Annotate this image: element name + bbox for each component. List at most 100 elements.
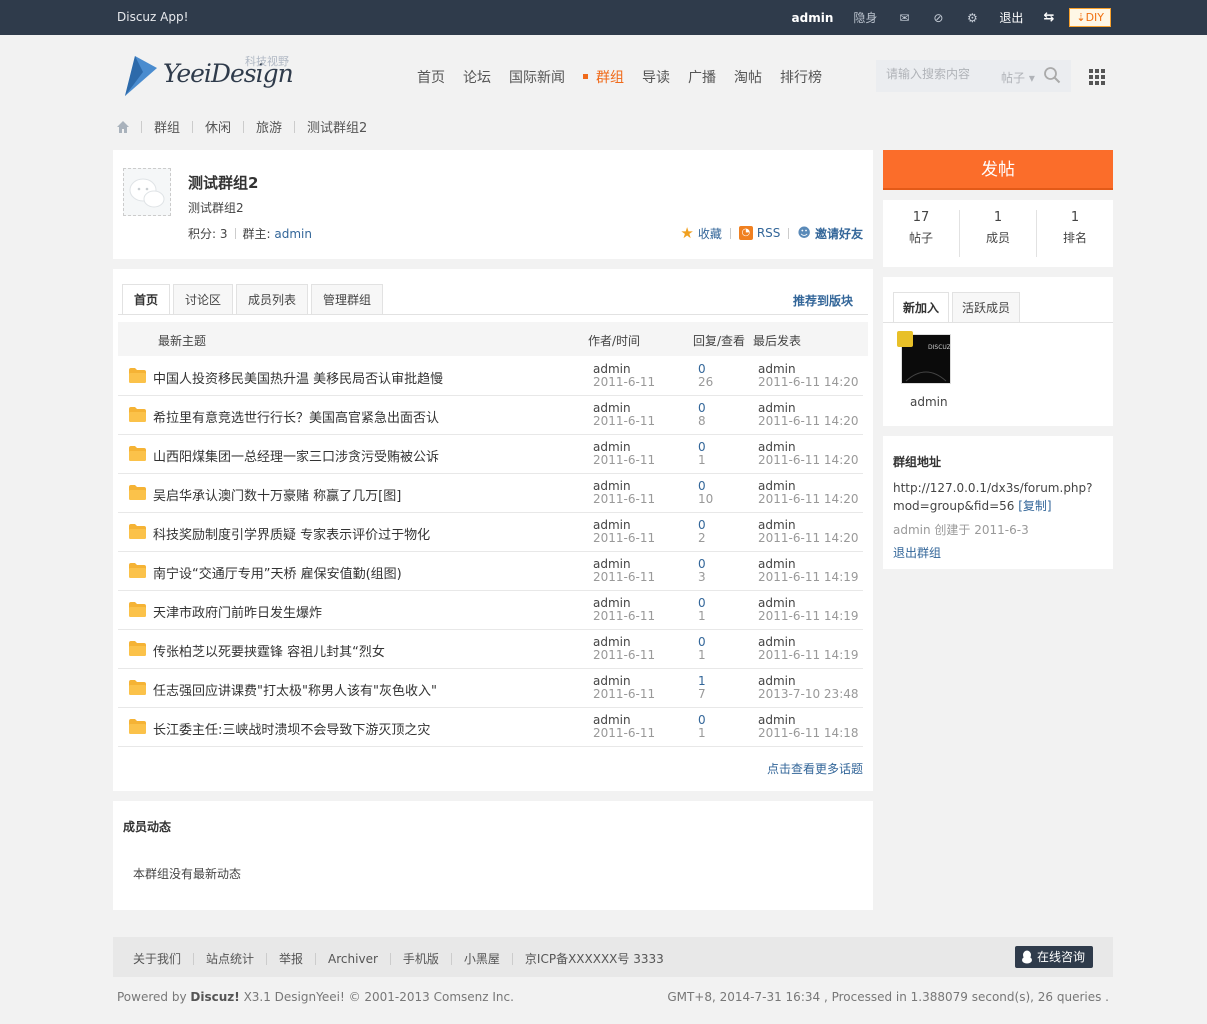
- last-post-time-link[interactable]: 2011-6-11 14:19: [758, 610, 859, 623]
- recommend-to-forum-link[interactable]: 推荐到版块: [793, 292, 853, 309]
- tab-discussion[interactable]: 讨论区: [173, 284, 234, 315]
- thread-title-link[interactable]: 中国人投资移民美国热升温 美移民局否认审批趋慢: [153, 368, 443, 387]
- search-type-select[interactable]: 帖子 ▾: [1001, 69, 1035, 86]
- thread-title-link[interactable]: 天津市政府门前昨日发生爆炸: [153, 602, 322, 621]
- last-post-time-link[interactable]: 2011-6-11 14:20: [758, 376, 859, 389]
- rss-link[interactable]: RSS: [757, 226, 781, 240]
- tab-home[interactable]: 首页: [122, 284, 171, 315]
- thread-title-link[interactable]: 长江委主任:三峡战时溃坝不会导致下游灭顶之灾: [153, 719, 430, 738]
- switch-icon[interactable]: ⇆: [1043, 10, 1054, 25]
- breadcrumb-travel[interactable]: 旅游: [256, 117, 282, 136]
- thread-count-cell: 17: [698, 675, 706, 701]
- nav-ranking[interactable]: 排行榜: [780, 67, 822, 87]
- nav-collections[interactable]: 淘帖: [734, 67, 762, 87]
- thread-title-link[interactable]: 科技奖励制度引学界质疑 专家表示评价过于物化: [153, 524, 430, 543]
- breadcrumb-leisure[interactable]: 休闲: [205, 117, 231, 136]
- last-post-time-link[interactable]: 2013-7-10 23:48: [758, 688, 859, 701]
- last-post-time-link[interactable]: 2011-6-11 14:20: [758, 493, 859, 506]
- nav-home[interactable]: 首页: [417, 67, 445, 87]
- search-icon[interactable]: [1043, 66, 1061, 84]
- col-title: 最新主题: [158, 334, 207, 348]
- tab-manage[interactable]: 管理群组: [311, 284, 384, 315]
- footer-report[interactable]: 举报: [279, 950, 303, 967]
- last-post-time-link[interactable]: 2011-6-11 14:18: [758, 727, 859, 740]
- stat-rank-num: 1: [1070, 210, 1080, 225]
- thread-title-link[interactable]: 传张柏芝以死要挟霆锋 容祖儿封其“烈女: [153, 641, 385, 660]
- member-name-link[interactable]: admin: [910, 395, 948, 409]
- app-link[interactable]: Discuz App!: [117, 10, 188, 24]
- breadcrumb-current[interactable]: 测试群组2: [307, 117, 367, 136]
- nav-guide[interactable]: 导读: [642, 67, 670, 87]
- apps-grid-icon[interactable]: [1089, 69, 1105, 85]
- thread-author-cell: admin 2011-6-11: [593, 714, 655, 740]
- thread-date: 2011-6-11: [593, 687, 656, 701]
- nav-groups[interactable]: 群组: [583, 67, 624, 87]
- last-post-time-link[interactable]: 2011-6-11 14:20: [758, 415, 859, 428]
- nav-broadcast[interactable]: 广播: [688, 67, 716, 87]
- site-logo[interactable]: YeeiDesign 科技视野: [121, 54, 301, 100]
- last-post-time-link[interactable]: 2011-6-11 14:20: [758, 532, 859, 545]
- thread-views: 10: [698, 492, 714, 506]
- tab-active-members[interactable]: 活跃成员: [952, 292, 1021, 323]
- thread-title-link[interactable]: 南宁设“交通厅专用”天桥 雇保安值勤(组图): [153, 563, 402, 582]
- copy-address-link[interactable]: [复制]: [1018, 499, 1051, 513]
- activity-empty-text: 本群组没有最新动态: [133, 867, 242, 881]
- thread-title-link[interactable]: 任志强回应讲课费"打太极"称男人该有"灰色收入": [153, 680, 437, 699]
- thread-date: 2011-6-11: [593, 453, 656, 467]
- thread-date: 2011-6-11: [593, 609, 656, 623]
- last-post-time-link[interactable]: 2011-6-11 14:19: [758, 571, 859, 584]
- home-icon[interactable]: [117, 120, 129, 133]
- powered-brand: Discuz!: [190, 990, 240, 1004]
- thread-count-cell: 01: [698, 597, 706, 623]
- last-post-time-link[interactable]: 2011-6-11 14:19: [758, 649, 859, 662]
- favorite-link[interactable]: 收藏: [698, 225, 722, 242]
- owner-badge-icon: [897, 331, 913, 347]
- thread-author-cell: admin 2011-6-11: [593, 636, 655, 662]
- group-tabs: 首页 讨论区 成员列表 管理群组: [122, 284, 386, 315]
- group-description: 测试群组2: [188, 201, 244, 215]
- diy-button[interactable]: ⇣DIY: [1069, 8, 1111, 27]
- group-info-card: 测试群组2 测试群组2 积分: 3 群主: admin ★ 收藏 ◔ RSS ☻ …: [113, 150, 873, 259]
- stat-members-label: 成员: [985, 231, 1010, 245]
- tab-members[interactable]: 成员列表: [236, 284, 309, 315]
- stat-members-num: 1: [993, 210, 1003, 225]
- breadcrumb-groups[interactable]: 群组: [154, 117, 180, 136]
- invisible-toggle[interactable]: 隐身: [853, 9, 877, 26]
- member-tabs: 新加入 活跃成员: [893, 292, 1023, 323]
- footer-about[interactable]: 关于我们: [133, 950, 181, 967]
- last-post-time-link[interactable]: 2011-6-11 14:20: [758, 454, 859, 467]
- col-last-post: 最后发表: [753, 334, 802, 348]
- thread-title-link[interactable]: 山西阳煤集团一总经理一家三口涉贪污受贿被公诉: [153, 446, 439, 465]
- nav-world-news[interactable]: 国际新闻: [509, 67, 565, 87]
- chat-bubbles-icon: [129, 178, 165, 208]
- settings-icon[interactable]: ⚙: [965, 11, 979, 25]
- thread-author-cell: admin 2011-6-11: [593, 675, 655, 701]
- nav-forum[interactable]: 论坛: [463, 67, 491, 87]
- footer-archiver[interactable]: Archiver: [328, 952, 378, 966]
- footer-mobile[interactable]: 手机版: [403, 950, 439, 967]
- col-replies: 回复/查看: [693, 334, 746, 348]
- thread-views: 1: [698, 609, 706, 623]
- search-input[interactable]: [886, 67, 996, 81]
- created-info: admin 创建于 2011-6-3: [893, 523, 1029, 537]
- tab-new-members[interactable]: 新加入: [893, 292, 950, 323]
- thread-title-link[interactable]: 希拉里有意竞选世行行长？美国高官紧急出面否认: [153, 407, 439, 426]
- group-points: 积分: 3: [188, 227, 228, 241]
- group-owner-link[interactable]: admin: [274, 227, 312, 241]
- more-topics-link[interactable]: 点击查看更多话题: [767, 760, 863, 777]
- thread-author-cell: admin 2011-6-11: [593, 441, 655, 467]
- footer-stats[interactable]: 站点统计: [206, 950, 254, 967]
- notification-icon[interactable]: ⊘: [931, 11, 945, 25]
- logout-link[interactable]: 退出: [999, 9, 1023, 26]
- new-post-button[interactable]: 发帖: [883, 150, 1113, 190]
- footer-blackroom[interactable]: 小黑屋: [464, 950, 500, 967]
- username-link[interactable]: admin: [792, 11, 834, 25]
- footer-icp[interactable]: 京ICP备XXXXXX号 3333: [525, 950, 664, 967]
- thread-title-link[interactable]: 吴启华承认澳门数十万豪赌 称赢了几万[图]: [153, 485, 401, 504]
- leave-group-link[interactable]: 退出群组: [893, 544, 941, 561]
- rss-icon: ◔: [738, 226, 753, 240]
- thread-date: 2011-6-11: [593, 531, 656, 545]
- online-chat-button[interactable]: 在线咨询: [1014, 946, 1093, 968]
- invite-friends-link[interactable]: 邀请好友: [815, 225, 863, 242]
- mail-icon[interactable]: ✉: [897, 11, 911, 25]
